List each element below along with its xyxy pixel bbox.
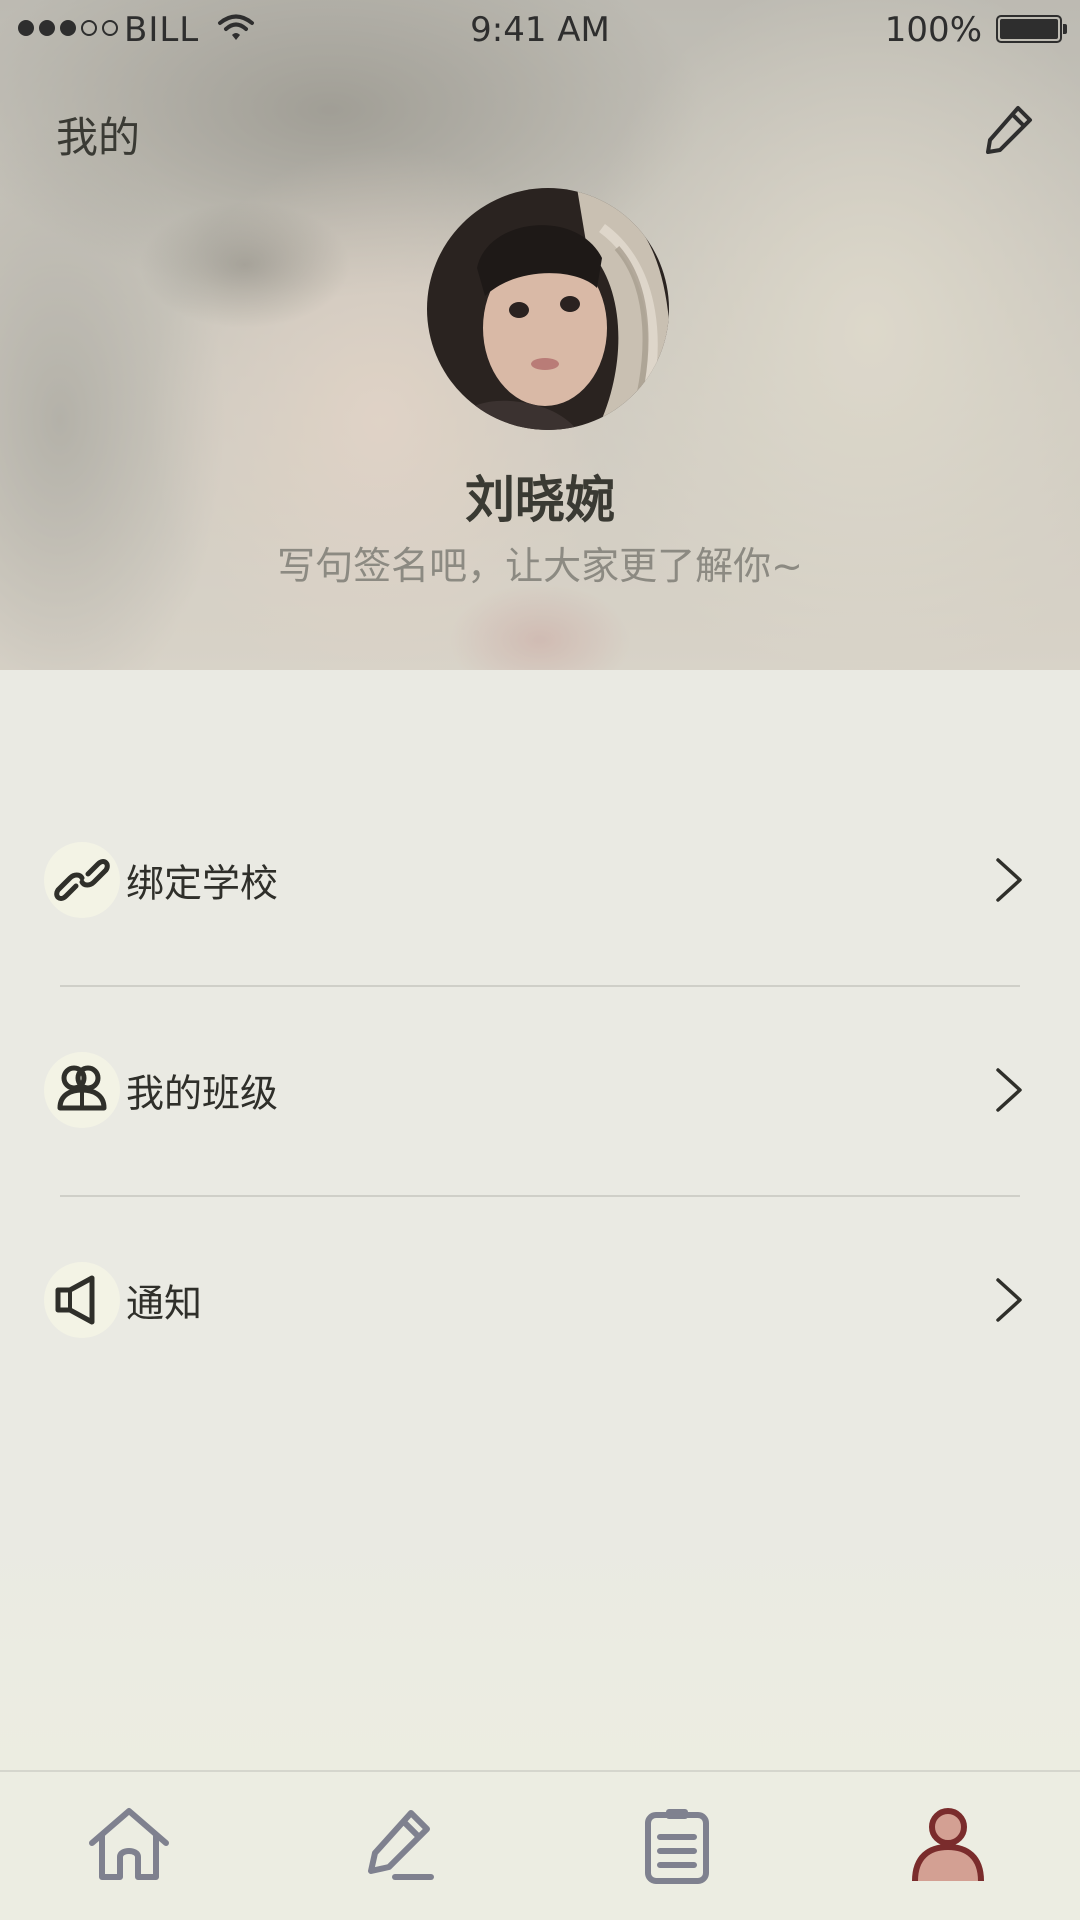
menu-item-bind-school[interactable]: 绑定学校 <box>0 785 1080 975</box>
user-name: 刘晓婉 <box>465 471 615 529</box>
chevron-right-icon <box>996 1278 1022 1322</box>
menu-item-notifications[interactable]: 通知 <box>0 1205 1080 1395</box>
clipboard-icon <box>645 1809 709 1884</box>
link-icon <box>54 859 110 901</box>
tab-bar <box>0 1770 1080 1920</box>
avatar-photo <box>427 188 669 430</box>
megaphone-icon <box>55 1275 95 1325</box>
page-title: 我的 <box>56 113 141 162</box>
chevron-right-icon <box>996 1068 1022 1112</box>
home-icon <box>89 1808 169 1880</box>
tab-write[interactable] <box>340 1790 460 1900</box>
tab-home[interactable] <box>69 1790 189 1900</box>
menu-item-label: 我的班级 <box>126 1071 279 1116</box>
edit-icon <box>368 1810 434 1880</box>
pencil-icon <box>986 106 1032 154</box>
edit-profile-button[interactable] <box>980 100 1040 160</box>
avatar[interactable] <box>427 188 669 430</box>
chevron-right-icon <box>996 858 1022 902</box>
divider <box>60 985 1020 987</box>
tab-tasks[interactable] <box>617 1790 737 1900</box>
battery-percentage: 100% <box>884 10 982 50</box>
tab-profile[interactable] <box>888 1790 1008 1900</box>
people-icon <box>57 1065 107 1111</box>
menu-item-label: 绑定学校 <box>126 861 279 906</box>
profile-header: BILL 9:41 AM 100% 我的 刘晓婉 写句签名吧，让大家更了解你~ <box>0 0 1080 670</box>
person-icon <box>912 1808 984 1882</box>
battery-icon <box>996 15 1067 43</box>
divider <box>60 1195 1020 1197</box>
status-bar: BILL 9:41 AM 100% <box>0 0 1080 62</box>
menu-item-label: 通知 <box>126 1281 203 1326</box>
menu-item-my-class[interactable]: 我的班级 <box>0 995 1080 1185</box>
signature-text[interactable]: 写句签名吧，让大家更了解你~ <box>0 535 1080 590</box>
